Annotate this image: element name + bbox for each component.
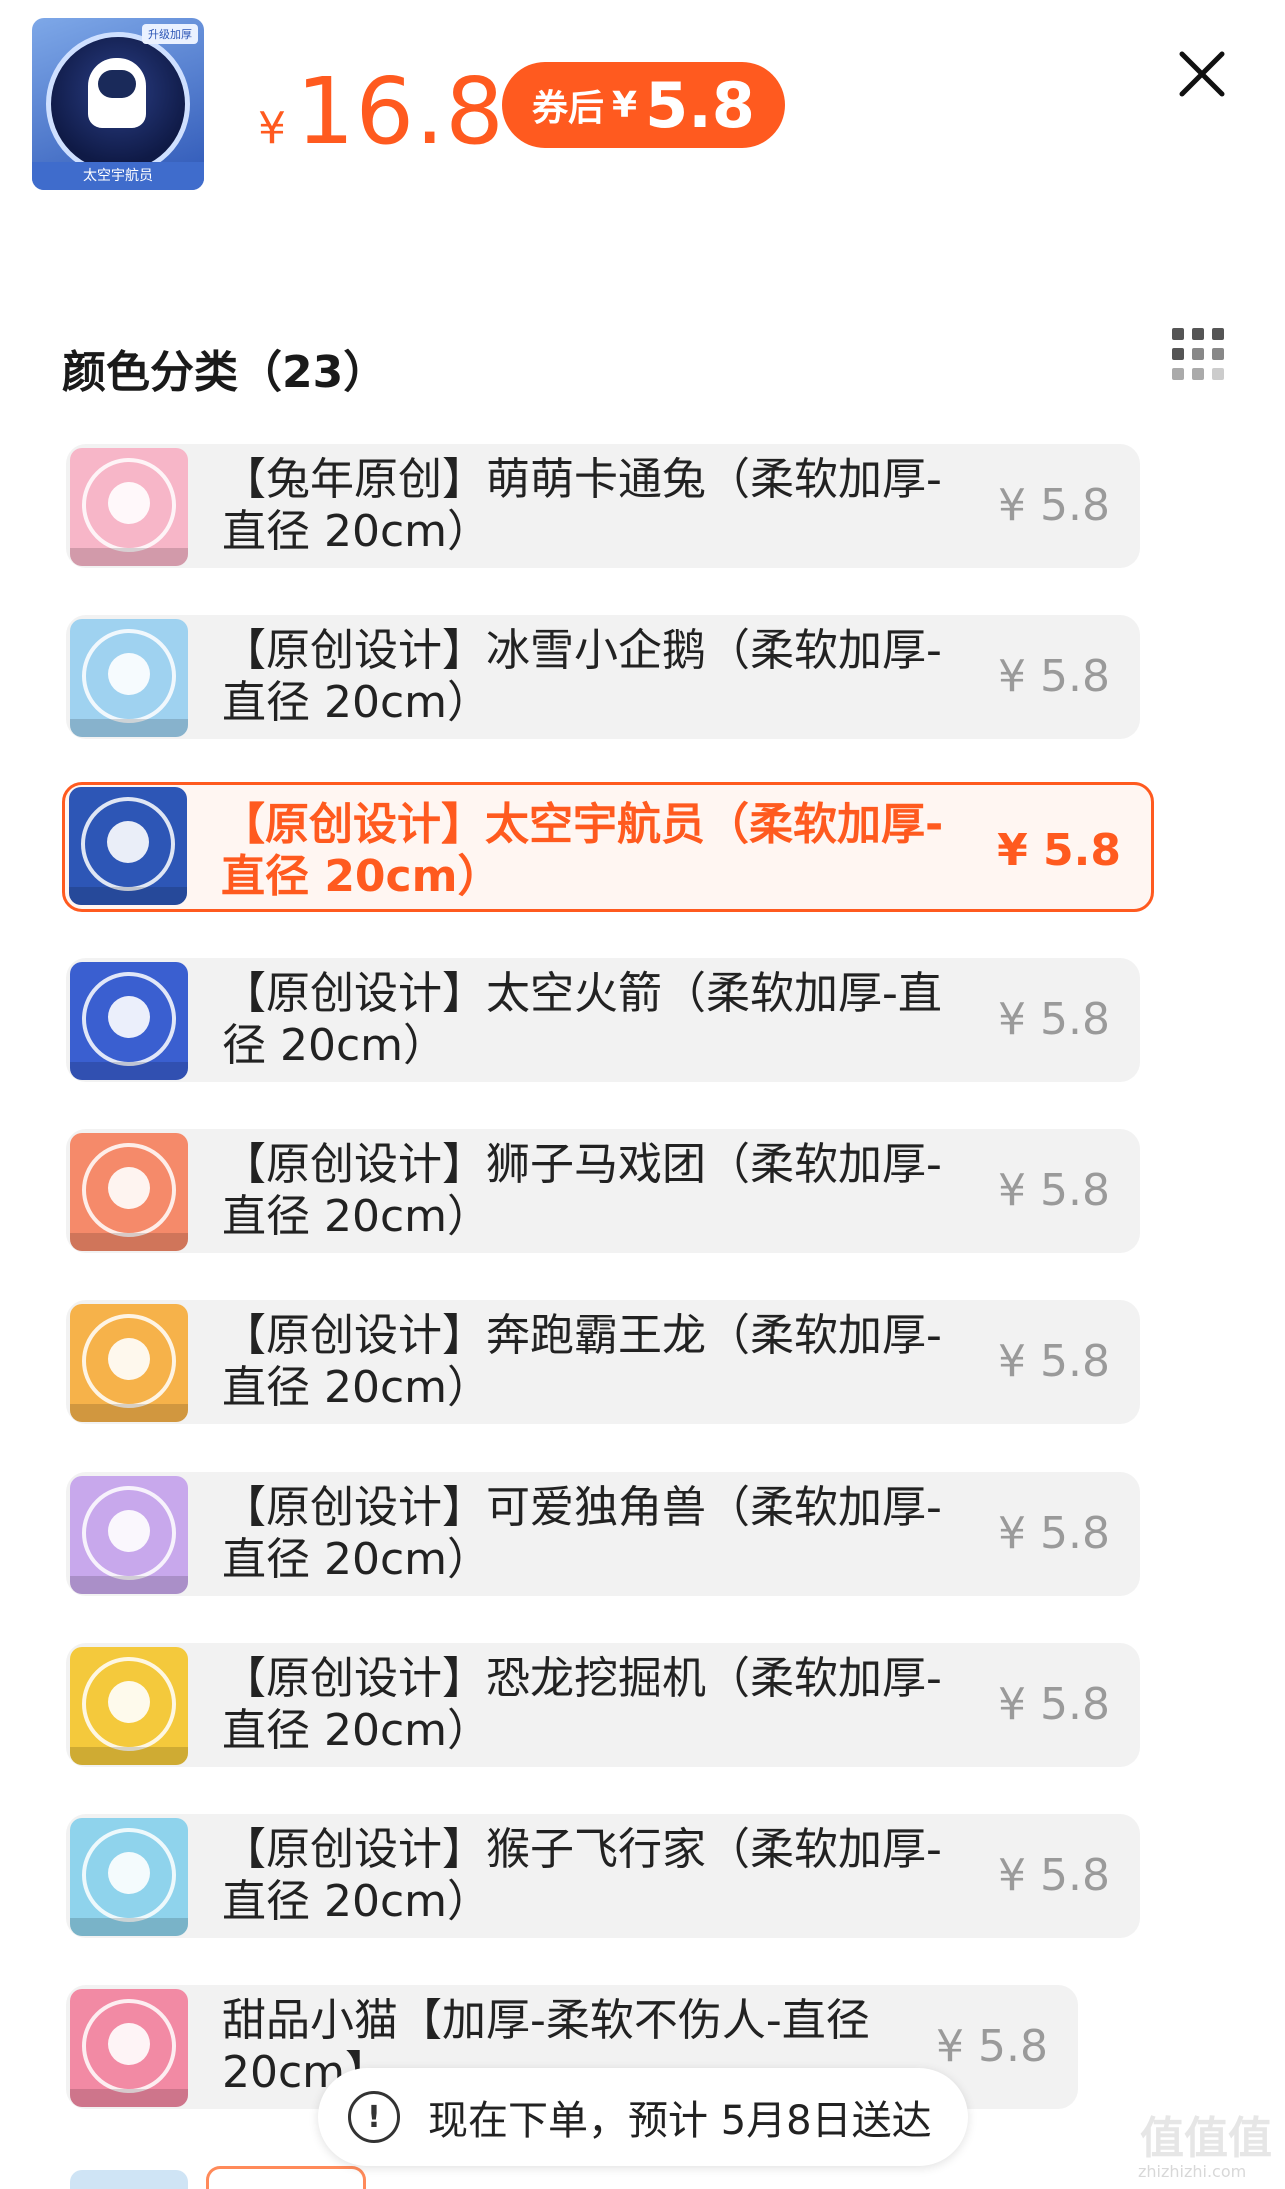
selected-product-thumbnail[interactable]: 升级加厚 太空宇航员 bbox=[32, 18, 204, 190]
option-thumbnail bbox=[70, 1647, 188, 1765]
sku-option-rocket[interactable]: 【原创设计】太空火箭（柔软加厚-直径 20cm） ¥ 5.8 bbox=[66, 958, 1140, 1082]
delivery-estimate-bar: ! 现在下单，预计 5月8日送达 bbox=[318, 2068, 968, 2166]
option-thumbnail bbox=[70, 1476, 188, 1594]
close-icon bbox=[1179, 51, 1225, 97]
grid-view-toggle[interactable] bbox=[1172, 328, 1226, 382]
option-thumbnail bbox=[70, 1133, 188, 1251]
coupon-price-badge: 券后 ¥ 5.8 bbox=[502, 62, 785, 148]
option-thumbnail bbox=[70, 1989, 188, 2107]
option-title: 【原创设计】狮子马戏团（柔软加厚- 直径 20cm） bbox=[222, 1139, 942, 1242]
price-value: 16.8 bbox=[296, 58, 505, 165]
option-title: 【原创设计】可爱独角兽（柔软加厚- 直径 20cm） bbox=[222, 1482, 942, 1585]
sku-option-trex[interactable]: 【原创设计】奔跑霸王龙（柔软加厚- 直径 20cm） ¥ 5.8 bbox=[66, 1300, 1140, 1424]
coupon-value: 5.8 bbox=[645, 68, 755, 142]
sku-option-partial[interactable] bbox=[66, 2166, 1140, 2189]
option-price: ¥ 5.8 bbox=[998, 480, 1110, 531]
option-thumbnail bbox=[69, 787, 187, 905]
option-thumbnail bbox=[70, 1304, 188, 1422]
option-price: ¥ 5.8 bbox=[998, 1508, 1110, 1559]
option-price: ¥ 5.8 bbox=[936, 2021, 1048, 2072]
product-header: 升级加厚 太空宇航员 ¥ 16.8 券后 ¥ 5.8 bbox=[0, 0, 1285, 230]
option-thumbnail bbox=[70, 962, 188, 1080]
coupon-currency: ¥ bbox=[612, 84, 638, 126]
option-price: ¥ 5.8 bbox=[998, 1679, 1110, 1730]
sku-option-lion[interactable]: 【原创设计】狮子马戏团（柔软加厚- 直径 20cm） ¥ 5.8 bbox=[66, 1129, 1140, 1253]
sku-option-penguin[interactable]: 【原创设计】冰雪小企鹅（柔软加厚- 直径 20cm） ¥ 5.8 bbox=[66, 615, 1140, 739]
option-title: 【原创设计】奔跑霸王龙（柔软加厚- 直径 20cm） bbox=[222, 1310, 942, 1413]
coupon-label: 券后 bbox=[532, 88, 605, 129]
info-icon: ! bbox=[348, 2091, 400, 2143]
option-thumbnail bbox=[70, 1818, 188, 1936]
sku-option-unicorn[interactable]: 【原创设计】可爱独角兽（柔软加厚- 直径 20cm） ¥ 5.8 bbox=[66, 1472, 1140, 1596]
close-button[interactable] bbox=[1176, 48, 1228, 100]
sku-option-monkey[interactable]: 【原创设计】猴子飞行家（柔软加厚- 直径 20cm） ¥ 5.8 bbox=[66, 1814, 1140, 1938]
option-tag bbox=[206, 2166, 366, 2189]
section-title: 颜色分类（23） bbox=[62, 347, 388, 398]
watermark-logo: 值值值 bbox=[1140, 2113, 1272, 2164]
option-title: 【原创设计】冰雪小企鹅（柔软加厚- 直径 20cm） bbox=[222, 625, 942, 728]
option-thumbnail bbox=[70, 619, 188, 737]
sku-option-astronaut[interactable]: 【原创设计】太空宇航员（柔软加厚- 直径 20cm） ¥ 5.8 bbox=[62, 782, 1154, 912]
option-title: 【兔年原创】萌萌卡通兔（柔软加厚- 直径 20cm） bbox=[222, 454, 942, 557]
sku-option-excavator[interactable]: 【原创设计】恐龙挖掘机（柔软加厚- 直径 20cm） ¥ 5.8 bbox=[66, 1643, 1140, 1767]
option-price: ¥ 5.8 bbox=[998, 1165, 1110, 1216]
option-price: ¥ 5.8 bbox=[998, 994, 1110, 1045]
thumbnail-caption: 太空宇航员 bbox=[32, 162, 204, 190]
watermark-url: zhizhizhi.com bbox=[1138, 2162, 1247, 2181]
option-price: ¥ 5.8 bbox=[997, 825, 1121, 876]
original-price: ¥ 16.8 bbox=[258, 58, 505, 165]
thumbnail-tag: 升级加厚 bbox=[142, 24, 198, 44]
sku-option-rabbit[interactable]: 【兔年原创】萌萌卡通兔（柔软加厚- 直径 20cm） ¥ 5.8 bbox=[66, 444, 1140, 568]
option-price: ¥ 5.8 bbox=[998, 1336, 1110, 1387]
option-title: 【原创设计】太空宇航员（柔软加厚- 直径 20cm） bbox=[221, 799, 944, 902]
option-price: ¥ 5.8 bbox=[998, 1850, 1110, 1901]
option-thumbnail bbox=[70, 2170, 188, 2189]
option-thumbnail bbox=[70, 448, 188, 566]
delivery-text: 现在下单，预计 5月8日送达 bbox=[428, 2098, 932, 2144]
option-title: 【原创设计】猴子飞行家（柔软加厚- 直径 20cm） bbox=[222, 1824, 942, 1927]
option-title: 【原创设计】太空火箭（柔软加厚-直径 20cm） bbox=[222, 968, 942, 1071]
option-title: 【原创设计】恐龙挖掘机（柔软加厚- 直径 20cm） bbox=[222, 1653, 942, 1756]
astronaut-visor bbox=[98, 70, 136, 98]
option-price: ¥ 5.8 bbox=[998, 651, 1110, 702]
price-currency: ¥ bbox=[258, 103, 286, 154]
